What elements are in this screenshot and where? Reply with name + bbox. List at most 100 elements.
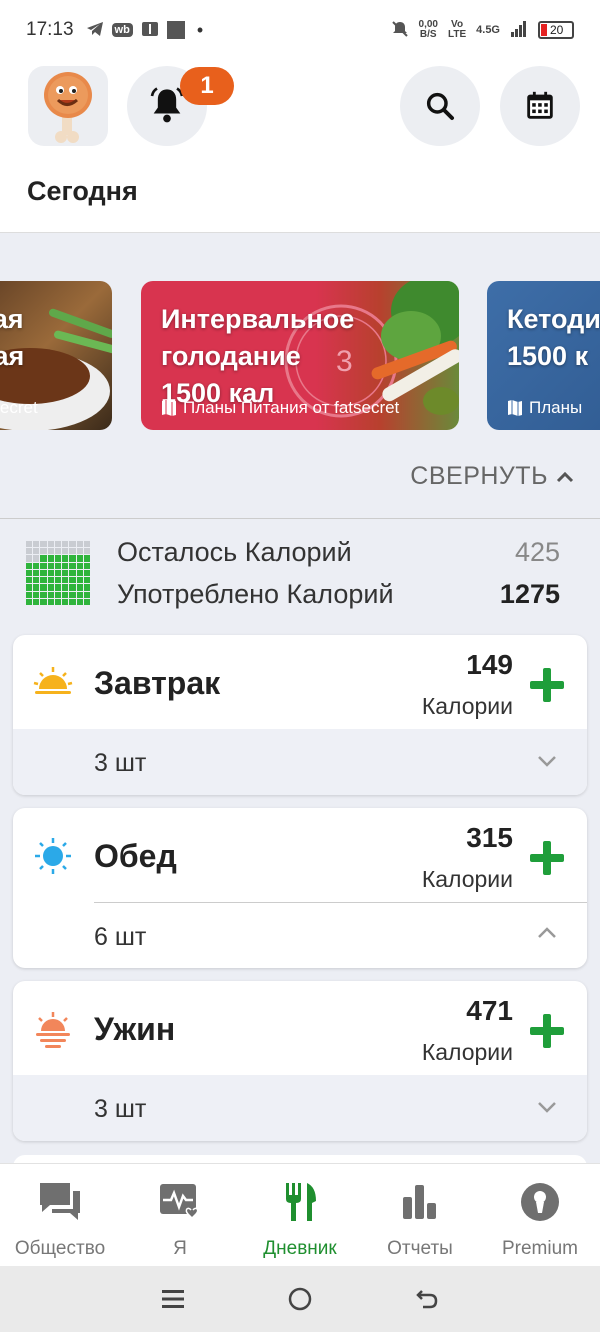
chevron-down-icon: [538, 1102, 556, 1113]
nav-label: Общество: [14, 1238, 106, 1259]
collapse-button[interactable]: СВЕРНУТЬ: [410, 462, 574, 491]
plan-card-title-line: 1500 к: [507, 341, 589, 371]
nav-reports[interactable]: Отчеты: [360, 1164, 480, 1266]
calendar-icon: [527, 91, 553, 119]
back-icon[interactable]: [414, 1287, 440, 1311]
meal-calories: 471: [466, 995, 513, 1026]
plan-card-subtitle: т fatsecret: [0, 398, 38, 417]
remaining-label: Осталось Калорий: [117, 537, 352, 567]
meal-card-dinner[interactable]: Ужин 471 Калории 3 шт: [13, 981, 587, 1141]
collapse-label: СВЕРНУТЬ: [410, 462, 548, 490]
meal-name: Ужин: [94, 1011, 176, 1047]
plan-card-intermittent-fasting[interactable]: 3 Интервальное голодание 1500 кал Планы …: [141, 281, 459, 430]
meal-plans-carousel[interactable]: овая дная т fatsecret 3 Интервальное гол…: [0, 258, 600, 448]
nav-label: Дневник: [263, 1238, 337, 1259]
network-type: 4.5G: [476, 24, 500, 36]
meal-name: Обед: [94, 838, 177, 874]
chat-icon: [38, 1180, 82, 1224]
meal-calories-unit: Калории: [421, 1039, 513, 1065]
bar-chart-icon: [398, 1180, 442, 1224]
nav-label: Premium: [501, 1238, 578, 1259]
plan-card-title-line: дная: [0, 341, 25, 371]
nav-diary[interactable]: Дневник: [240, 1164, 360, 1266]
meal-calories: 149: [466, 649, 513, 680]
wb-icon: wb: [111, 23, 133, 37]
premium-icon: [518, 1180, 562, 1224]
net-speed: 0,00 B/S: [419, 20, 438, 40]
calendar-button[interactable]: [500, 66, 580, 146]
fork-knife-icon: [278, 1180, 322, 1224]
nav-me[interactable]: Я: [120, 1164, 240, 1266]
meal-items-toggle[interactable]: 3 шт: [13, 1075, 587, 1141]
plan-card-subtitle: Планы: [507, 398, 582, 418]
net-speed-unit: B/S: [419, 29, 437, 40]
meal-items-toggle[interactable]: 3 шт: [13, 729, 587, 795]
add-food-button[interactable]: [527, 1011, 567, 1051]
heart-monitor-icon: [158, 1180, 202, 1224]
meal-item-count: 3 шт: [94, 1095, 147, 1123]
nav-label: Отчеты: [387, 1238, 453, 1259]
dot-icon: •: [196, 19, 204, 40]
plan-card-title: Кетоди 1500 к: [507, 301, 600, 375]
nav-premium[interactable]: Premium: [480, 1164, 600, 1266]
meal-name: Завтрак: [94, 665, 221, 701]
meal-item-count: 6 шт: [94, 923, 147, 951]
add-food-button[interactable]: [527, 665, 567, 705]
plan-card-keto[interactable]: Кетоди 1500 к Планы: [487, 281, 600, 430]
home-icon[interactable]: [287, 1286, 313, 1312]
bottom-navigation: Общество Я Дневник Отчеты Premium: [0, 1163, 600, 1266]
sunrise-icon: [33, 667, 73, 694]
plan-card-title-line: овая: [0, 304, 24, 334]
calorie-grid-icon: [26, 541, 90, 605]
plan-card-subtitle-text: Планы Питания от fatsecret: [183, 398, 400, 417]
plan-card-title-line: голодание: [161, 341, 301, 371]
book-icon: [141, 21, 159, 40]
plan-card-subtitle: Планы Питания от fatsecret: [161, 398, 399, 418]
system-navigation-bar: [0, 1266, 600, 1332]
add-food-button[interactable]: [527, 838, 567, 878]
search-button[interactable]: [400, 66, 480, 146]
avatar[interactable]: [28, 66, 108, 146]
telegram-icon: [86, 21, 104, 40]
page-title: Сегодня: [27, 176, 138, 206]
sunset-icon: [36, 1012, 70, 1048]
meal-card-lunch[interactable]: Обед 315 Калории 6 шт: [13, 808, 587, 968]
meal-items-toggle[interactable]: 6 шт: [94, 902, 587, 968]
square-icon: [166, 21, 185, 39]
battery-icon: 20: [538, 21, 574, 39]
nav-community[interactable]: Общество: [0, 1164, 120, 1266]
notification-badge: 1: [180, 67, 234, 105]
volte-bottom: LTE: [447, 29, 467, 40]
chevron-up-icon: [556, 471, 574, 482]
plan-card-title: Интервальное голодание 1500 кал: [161, 301, 354, 412]
remaining-value: 425: [514, 537, 560, 567]
consumed-value: 1275: [499, 579, 560, 609]
sun-icon: [35, 838, 71, 874]
calorie-summary: Осталось Калорий 425 Употреблено Калорий…: [0, 519, 600, 634]
status-bar: 17:13 wb • 0,00 B/S Vo LTE 4.5G 20: [0, 0, 600, 60]
search-icon: [426, 92, 454, 120]
map-icon: [162, 400, 176, 416]
meal-calories-unit: Калории: [421, 866, 513, 892]
meal-calories: 315: [466, 822, 513, 853]
meal-card-breakfast[interactable]: Завтрак 149 Калории 3 шт: [13, 635, 587, 795]
meal-calories-unit: Калории: [421, 693, 513, 719]
meal-item-count: 3 шт: [94, 749, 147, 777]
map-icon: [508, 400, 522, 416]
plan-card-subtitle-text: Планы: [529, 398, 583, 417]
volte-indicator: Vo LTE: [448, 20, 466, 40]
plan-card-title-line: Интервальное: [161, 304, 355, 334]
chevron-down-icon: [538, 756, 556, 767]
plan-card-title-line: Кетоди: [507, 304, 600, 334]
battery-level: 20: [550, 23, 564, 37]
chevron-up-icon: [538, 927, 556, 938]
plan-card-title: овая дная: [0, 301, 24, 375]
plan-card-left[interactable]: овая дная т fatsecret: [0, 281, 112, 430]
nav-label: Я: [173, 1238, 187, 1259]
status-time: 17:13: [26, 19, 74, 40]
menu-icon[interactable]: [160, 1287, 186, 1311]
signal-icon: [510, 20, 528, 40]
app-header: 1 Сегодня: [0, 60, 600, 233]
mute-icon: [391, 20, 409, 41]
consumed-label: Употреблено Калорий: [117, 579, 394, 609]
